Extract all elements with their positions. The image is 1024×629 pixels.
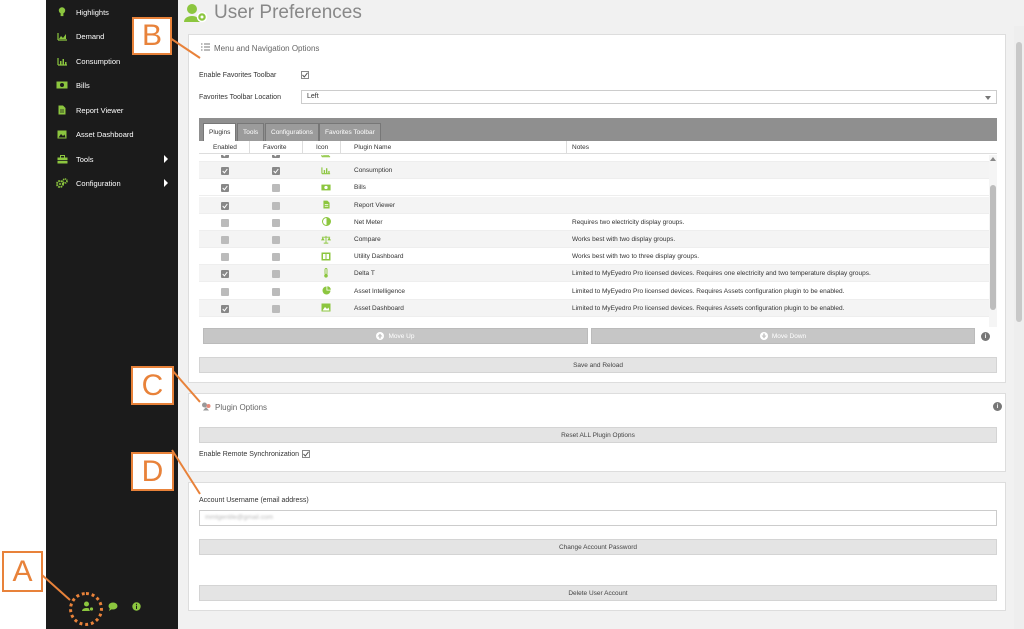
callout-lines: [41, 37, 201, 601]
callout-b: B: [132, 17, 172, 55]
callout-a-highlight-ring: [69, 592, 103, 626]
callout-d: D: [131, 452, 174, 491]
callout-c: C: [131, 366, 174, 405]
screen: Highlights Demand Consumption Bills Repo…: [0, 0, 1024, 629]
callout-a: A: [2, 551, 43, 592]
